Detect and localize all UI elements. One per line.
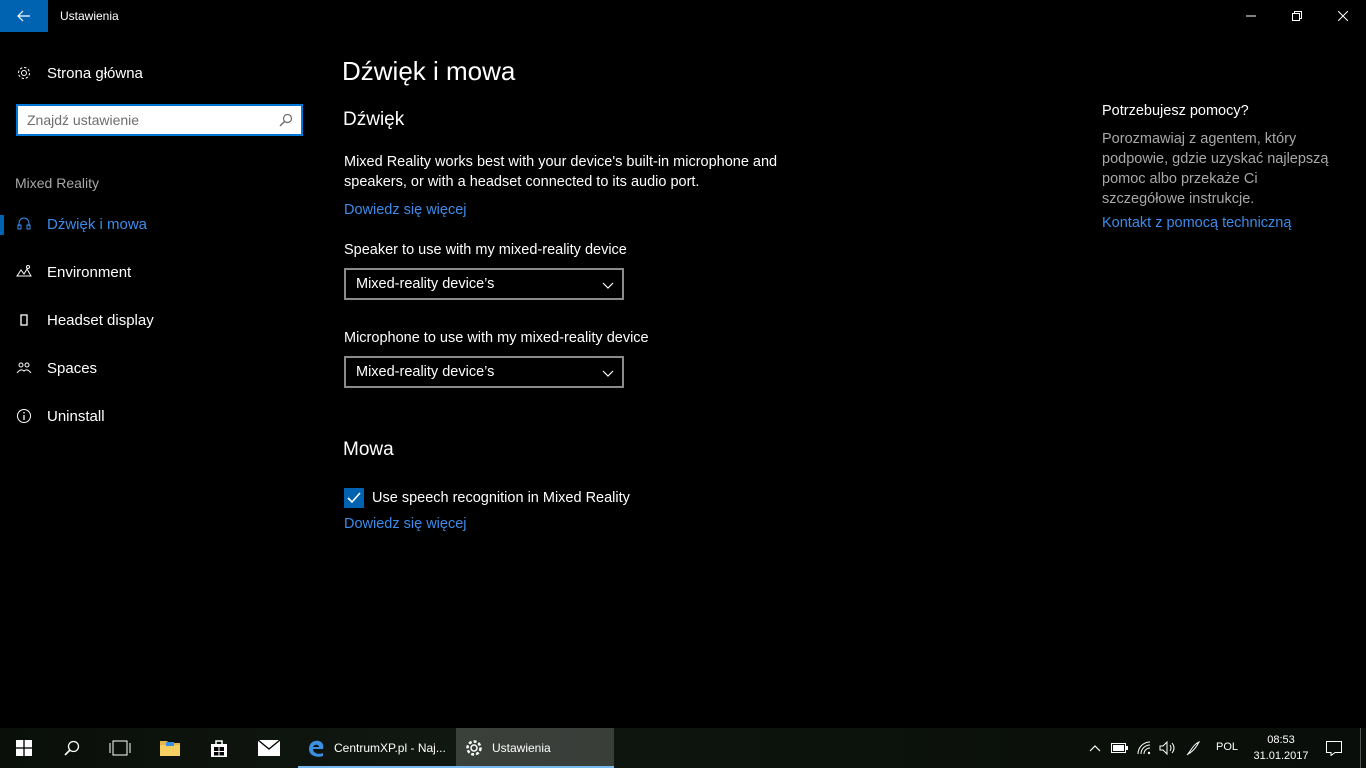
back-button[interactable] (0, 0, 48, 32)
sidebar-item-label: Environment (47, 263, 132, 281)
speech-section-title: Mowa (343, 439, 394, 460)
sidebar-item-environment[interactable]: Environment (0, 252, 320, 292)
close-button[interactable] (1320, 0, 1366, 32)
windows-logo-icon (16, 740, 32, 756)
checkbox-box[interactable] (344, 488, 364, 508)
restore-button[interactable] (1274, 0, 1320, 32)
action-center-button[interactable] (1320, 728, 1348, 768)
speaker-value: Mixed-reality device’s (356, 276, 495, 292)
chevron-up-icon (1089, 745, 1101, 752)
sidebar-item-uninstall[interactable]: Uninstall (0, 396, 320, 436)
search-icon[interactable] (279, 113, 293, 127)
pen-workspace-button[interactable] (1182, 728, 1206, 768)
search-box[interactable] (16, 104, 303, 136)
page-title: Dźwięk i mowa (342, 56, 516, 86)
close-icon (1338, 11, 1348, 21)
show-hidden-icons-button[interactable] (1084, 728, 1106, 768)
help-title: Potrzebujesz pomocy? (1102, 103, 1249, 119)
pen-icon (1186, 741, 1201, 756)
info-icon (17, 409, 31, 423)
contact-support-link[interactable]: Kontakt z pomocą techniczną (1102, 215, 1342, 231)
checkmark-icon (347, 492, 361, 504)
task-view-button[interactable] (96, 728, 144, 768)
taskbar: CentrumXP.pl - Naj... Ustawienia POL 08:… (0, 728, 1366, 768)
taskbar-app-settings[interactable]: Ustawienia (456, 728, 614, 768)
taskbar-app-label: CentrumXP.pl - Naj... (334, 741, 446, 755)
sound-section-title: Dźwięk (343, 109, 405, 130)
sidebar-item-headset-display[interactable]: Headset display (0, 300, 320, 340)
window-title: Ustawienia (60, 9, 119, 23)
search-button[interactable] (48, 728, 96, 768)
language-indicator[interactable]: POL (1216, 741, 1238, 753)
speaker-icon (1159, 741, 1175, 755)
sidebar: Strona główna Mixed Reality Dźwięk i mow… (0, 32, 320, 728)
sidebar-item-sound-speech[interactable]: Dźwięk i mowa (0, 204, 320, 244)
checkbox-label: Use speech recognition in Mixed Reality (372, 490, 630, 506)
clock-time: 08:53 (1267, 734, 1295, 746)
sidebar-item-label: Dźwięk i mowa (47, 215, 148, 233)
environment-icon (16, 265, 32, 277)
clock[interactable]: 08:53 31.01.2017 (1248, 732, 1314, 764)
group-label: Mixed Reality (15, 175, 100, 191)
mail-icon (258, 740, 280, 756)
home-label: Strona główna (47, 64, 143, 82)
folder-icon (160, 741, 180, 756)
show-desktop-button[interactable] (1360, 728, 1366, 768)
wifi-icon (1137, 741, 1151, 755)
title-bar: Ustawienia (0, 0, 1366, 32)
chevron-down-icon (602, 370, 614, 377)
speech-learn-more-link[interactable]: Dowiedz się więcej (344, 516, 467, 532)
display-icon (20, 314, 28, 326)
sound-description: Mixed Reality works best with your devic… (344, 154, 778, 190)
gear-icon (466, 740, 482, 756)
sound-learn-more-link[interactable]: Dowiedz się więcej (344, 202, 467, 218)
store-icon (211, 740, 227, 757)
spaces-icon (16, 362, 32, 374)
taskbar-app-edge[interactable]: CentrumXP.pl - Naj... (298, 728, 456, 768)
microphone-value: Mixed-reality device’s (356, 364, 495, 380)
minimize-icon (1246, 15, 1256, 17)
restore-icon (1292, 11, 1302, 21)
sidebar-item-spaces[interactable]: Spaces (0, 348, 320, 388)
help-panel: Potrzebujesz pomocy? Porozmawiaj z agent… (1102, 103, 1342, 231)
speaker-dropdown[interactable]: Mixed-reality device’s (344, 268, 624, 300)
back-arrow-icon (17, 10, 30, 22)
battery-icon (1111, 743, 1128, 753)
taskbar-app-label: Ustawienia (492, 741, 551, 755)
sidebar-item-label: Uninstall (47, 407, 105, 425)
volume-button[interactable] (1156, 728, 1180, 768)
chevron-down-icon (602, 282, 614, 289)
file-explorer-button[interactable] (146, 728, 194, 768)
sidebar-item-label: Spaces (47, 359, 98, 377)
search-input[interactable] (18, 106, 301, 134)
task-view-icon (109, 740, 131, 756)
battery-button[interactable] (1108, 728, 1132, 768)
sidebar-item-label: Headset display (47, 311, 154, 329)
mail-button[interactable] (245, 728, 293, 768)
network-button[interactable] (1133, 728, 1157, 768)
active-indicator (0, 215, 4, 235)
start-button[interactable] (0, 728, 48, 768)
speaker-label: Speaker to use with my mixed-reality dev… (344, 242, 627, 258)
help-description: Porozmawiaj z agentem, który podpowie, g… (1102, 131, 1329, 207)
home-link[interactable]: Strona główna (16, 62, 143, 84)
store-button[interactable] (195, 728, 243, 768)
notification-icon (1326, 740, 1342, 756)
search-icon (64, 740, 80, 756)
speech-recognition-checkbox[interactable]: Use speech recognition in Mixed Reality (344, 487, 630, 509)
clock-date: 31.01.2017 (1253, 750, 1309, 762)
microphone-label: Microphone to use with my mixed-reality … (344, 330, 649, 346)
gear-icon (18, 67, 30, 79)
microphone-dropdown[interactable]: Mixed-reality device’s (344, 356, 624, 388)
headset-icon (17, 217, 31, 230)
edge-icon (309, 740, 324, 757)
minimize-button[interactable] (1228, 0, 1274, 32)
